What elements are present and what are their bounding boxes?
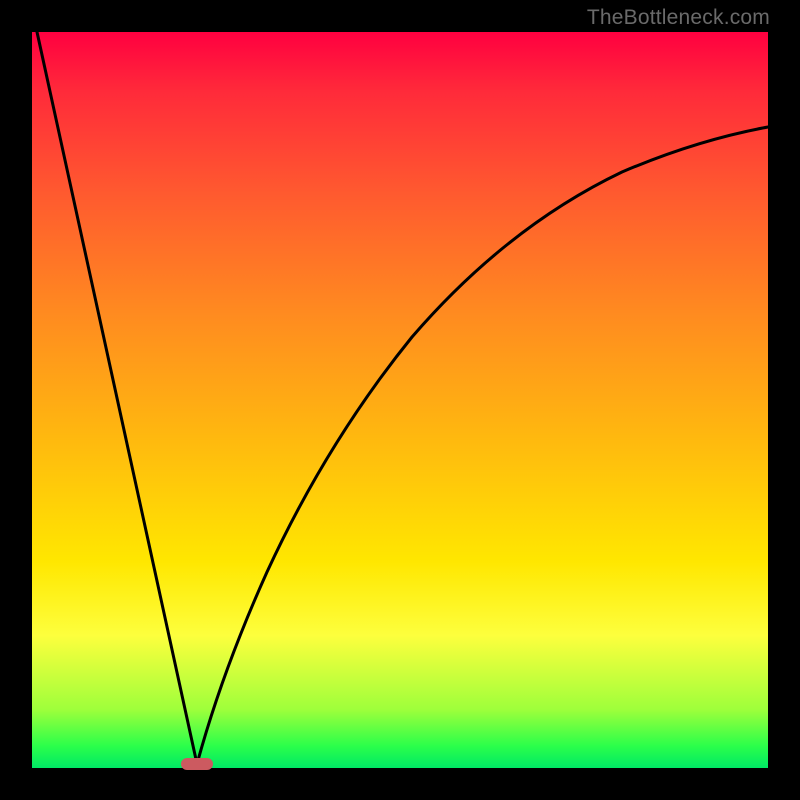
curve-left-branch <box>37 32 197 764</box>
bottleneck-curve <box>32 32 768 768</box>
plot-area <box>32 32 768 768</box>
curve-right-branch <box>197 127 768 764</box>
chart-frame: TheBottleneck.com <box>0 0 800 800</box>
optimum-marker <box>181 758 213 770</box>
watermark-text: TheBottleneck.com <box>587 6 770 30</box>
